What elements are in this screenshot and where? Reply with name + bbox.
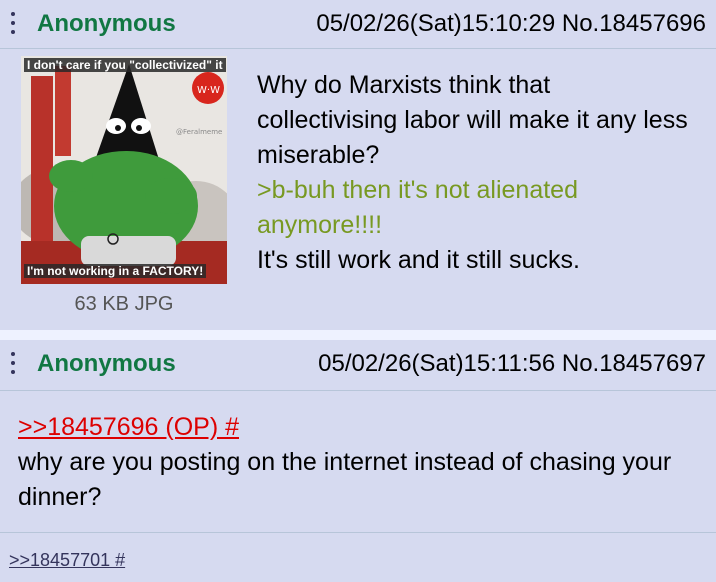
post-text: why are you posting on the internet inst… [18,448,672,511]
image-caption-bottom: I'm not working in a FACTORY! [24,264,207,278]
image-caption-top: I don't care if you "collectivized" it [24,58,226,72]
quote-link[interactable]: >>18457696 (OP) # [18,413,239,441]
op-post: Anonymous 05/02/26(Sat)15:10:29 No.18457… [0,0,716,330]
poster-name: Anonymous [37,350,176,377]
post-meta[interactable]: 05/02/26(Sat)15:10:29 No.18457696 [316,10,706,38]
post-body: Why do Marxists think that collectivisin… [257,68,697,278]
reply-post: Anonymous 05/02/26(Sat)15:11:56 No.18457… [0,340,716,532]
svg-text:W·W: W·W [197,85,220,96]
post-text-line: It's still work and it still sucks. [257,246,580,274]
backlink-bar: >>18457701 # [0,532,716,582]
post-text-line: Why do Marxists think that collectivisin… [257,71,688,169]
post-menu-icon[interactable] [10,12,16,38]
post-image-thumbnail[interactable]: W·W @Feralmeme I don't care if you "coll… [21,56,227,284]
image-watermark: @Feralmeme [176,128,222,136]
file-info: 63 KB JPG [74,293,174,315]
post-divider [0,330,716,340]
backlink[interactable]: >>18457701 # [9,550,125,571]
post-header: Anonymous 05/02/26(Sat)15:11:56 No.18457… [0,340,716,391]
poster-name: Anonymous [37,10,176,37]
post-body: >>18457696 (OP) # why are you posting on… [18,410,698,515]
post-meta[interactable]: 05/02/26(Sat)15:11:56 No.18457697 [318,350,706,378]
post-menu-icon[interactable] [10,352,16,378]
greentext-line: >b-buh then it's not alienated anymore!!… [257,176,578,239]
post-header: Anonymous 05/02/26(Sat)15:10:29 No.18457… [0,0,716,49]
